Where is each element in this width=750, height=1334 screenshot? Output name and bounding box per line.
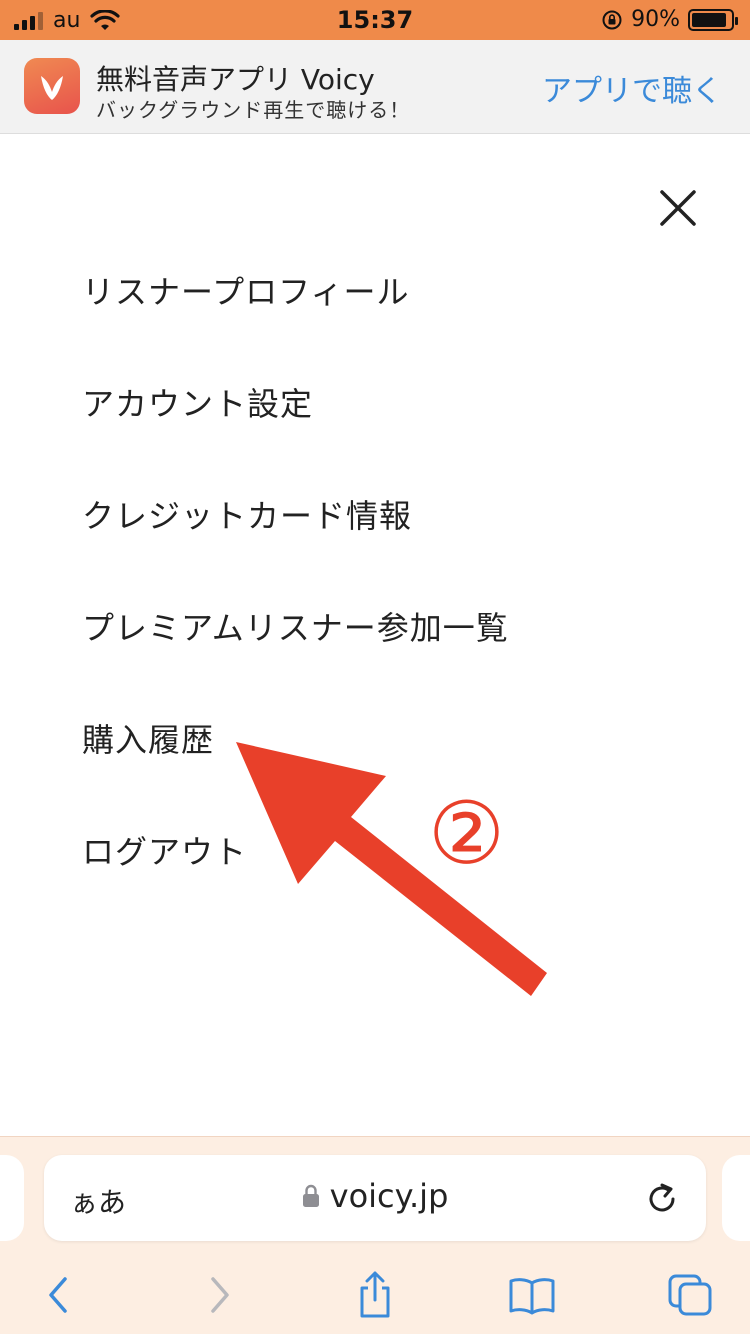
- share-icon: [360, 1271, 390, 1318]
- previous-tab-pill[interactable]: [0, 1155, 24, 1241]
- address-bar[interactable]: ぁあ voicy.jp: [44, 1155, 706, 1241]
- browser-bottom-bar: ぁあ voicy.jp: [0, 1136, 750, 1334]
- battery-fill: [692, 12, 727, 27]
- battery-icon: [688, 8, 738, 31]
- menu-item-premium-listener[interactable]: プレミアムリスナー参加一覧: [82, 598, 509, 710]
- next-tab-pill[interactable]: [722, 1155, 750, 1241]
- voicy-app-icon[interactable]: [24, 58, 80, 114]
- open-in-app-link[interactable]: アプリで聴く: [542, 66, 722, 110]
- forward-button[interactable]: [190, 1265, 250, 1325]
- smart-app-banner[interactable]: 無料音声アプリ Voicy バックグラウンド再生で聴ける！ アプリで聴く: [0, 40, 750, 134]
- tabs-icon: [668, 1274, 712, 1316]
- back-chevron-icon: [49, 1277, 67, 1313]
- url-text: voicy.jp: [329, 1177, 449, 1215]
- bookmarks-button[interactable]: [502, 1265, 562, 1325]
- reload-icon[interactable]: [642, 1179, 682, 1219]
- close-menu-button[interactable]: [656, 186, 700, 230]
- app-banner-subtitle: バックグラウンド再生で聴ける！: [96, 98, 411, 122]
- menu-item-credit-card[interactable]: クレジットカード情報: [82, 486, 509, 598]
- forward-chevron-icon: [211, 1277, 229, 1313]
- rotation-lock-icon: [602, 10, 622, 29]
- menu-item-listener-profile[interactable]: リスナープロフィール: [82, 262, 509, 374]
- step-number-badge: ②: [428, 784, 506, 884]
- back-button[interactable]: [28, 1265, 88, 1325]
- url-display[interactable]: voicy.jp: [44, 1177, 706, 1215]
- tabs-button[interactable]: [660, 1265, 720, 1325]
- status-right: 90%: [601, 7, 738, 32]
- status-bar: au 15:37 90%: [0, 0, 750, 40]
- app-banner-title: 無料音声アプリ Voicy: [96, 63, 375, 96]
- book-icon: [509, 1278, 555, 1315]
- lock-icon: [302, 1184, 319, 1207]
- share-button[interactable]: [345, 1265, 405, 1325]
- battery-percent: 90%: [631, 7, 680, 32]
- browser-toolbar: [0, 1265, 750, 1325]
- menu-item-account-settings[interactable]: アカウント設定: [82, 374, 509, 486]
- close-icon: [660, 190, 696, 226]
